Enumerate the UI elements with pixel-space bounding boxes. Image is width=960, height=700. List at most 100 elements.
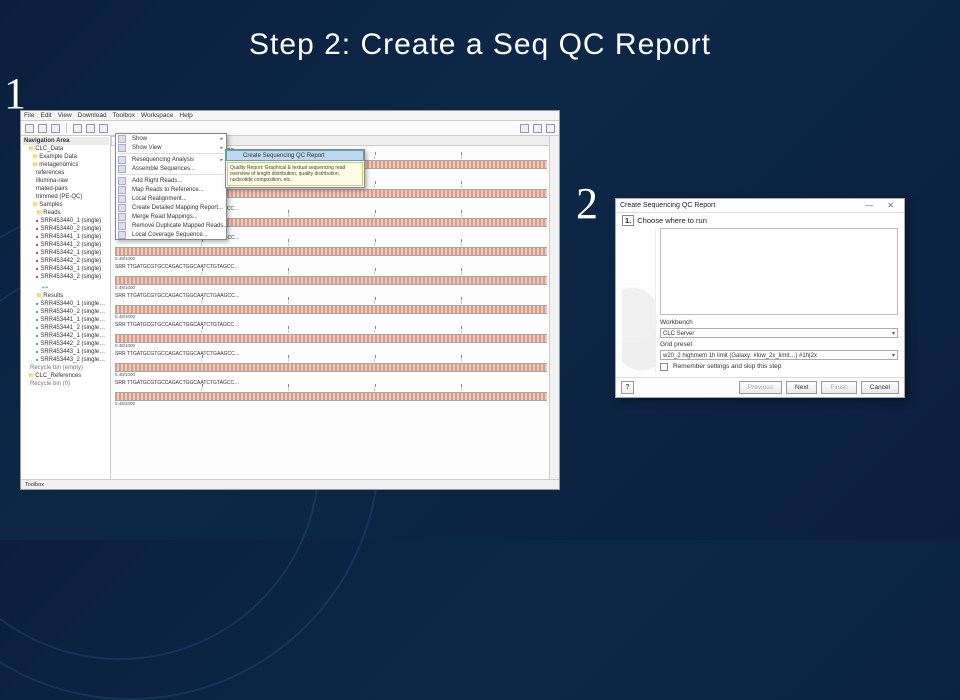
menu-view[interactable]: View xyxy=(58,112,72,119)
help-button[interactable]: ? xyxy=(621,381,634,394)
sequence-track[interactable] xyxy=(115,334,547,343)
tb-print-icon[interactable] xyxy=(73,124,82,133)
grid-preset-select[interactable]: w20_2 highmem 1h limit (Galaxy: #low_2x_… xyxy=(660,350,898,360)
sequence-row[interactable]: SRR TTGATGCGTGCCAGACTGGCAATCTGTAGCC…||||… xyxy=(115,380,547,406)
tool-icon xyxy=(118,195,126,203)
menu-workspace[interactable]: Workspace xyxy=(141,112,173,119)
tree-node[interactable]: CLC_Data xyxy=(22,145,109,153)
tree-read-item[interactable]: SRR453441_1 (single) xyxy=(22,233,109,241)
tree-node[interactable]: illumina-raw xyxy=(22,177,109,185)
cm-tooltip-text: Quality Report: Graphical & textual sequ… xyxy=(227,162,363,186)
sequence-track[interactable] xyxy=(115,276,547,285)
cm-local-cov[interactable]: Local Coverage Sequence... xyxy=(116,230,226,239)
view-icon xyxy=(118,144,126,152)
tree-result-item[interactable]: SRR453442_1 (single) reads xyxy=(22,332,109,340)
cancel-button[interactable]: Cancel xyxy=(861,381,899,394)
cm-dedup[interactable]: Remove Duplicate Mapped Reads... xyxy=(116,221,226,230)
context-menu[interactable]: Show Show View Resequencing Analysis Ass… xyxy=(115,133,227,240)
menu-file[interactable]: File xyxy=(24,112,34,119)
window-buttons[interactable]: — ✕ xyxy=(865,201,900,210)
tree-results-folder[interactable]: Results xyxy=(22,292,109,300)
cm-merge[interactable]: Merge Read Mappings... xyxy=(116,212,226,221)
qc-report-dialog: Create Sequencing QC Report — ✕ 1.Choose… xyxy=(615,198,905,398)
cm-mapping-report[interactable]: Create Detailed Mapping Report... xyxy=(116,203,226,212)
sequence-row[interactable]: SRR TTGATGCGTGCCAGACTGGCAATCTGTAGCC…||||… xyxy=(115,322,547,348)
tree-node[interactable]: trimmed (PE-QC) xyxy=(22,193,109,201)
tree-node[interactable]: Recycle bin (0) xyxy=(22,380,109,388)
cm-reseq[interactable]: Resequencing Analysis xyxy=(116,155,226,164)
tree-node[interactable]: Example Data xyxy=(22,153,109,161)
side-options-strip[interactable] xyxy=(549,136,559,479)
tb-save-icon[interactable] xyxy=(38,124,47,133)
tree-result-item[interactable]: SRR453441_1 (single) reads xyxy=(22,316,109,324)
sequence-track[interactable] xyxy=(115,363,547,372)
tree-read-item[interactable]: SRR453441_2 (single) xyxy=(22,241,109,249)
doc-icon xyxy=(118,135,126,143)
sequence-track[interactable] xyxy=(115,247,547,256)
cm-map-reads[interactable]: Map Reads to Reference... xyxy=(116,185,226,194)
tree-read-item[interactable]: SRR453442_1 (single) xyxy=(22,249,109,257)
cm-add-reads[interactable]: Add Right Reads... xyxy=(116,176,226,185)
context-submenu[interactable]: Create Sequencing QC Report Quality Repo… xyxy=(225,149,365,188)
sequence-row[interactable]: SRR TTGATGCGTGCCAGACTGGCAATCTGTAGCC…||||… xyxy=(115,264,547,290)
sequence-scale-label: 0.48/1000 xyxy=(115,372,547,377)
sequence-scale-label: 0.48/1000 xyxy=(115,256,547,261)
tool-icon xyxy=(118,213,126,221)
cm-assemble[interactable]: Assemble Sequences... xyxy=(116,164,226,173)
tree-node[interactable]: Recycle bin (empty) xyxy=(22,364,109,372)
tree-read-item[interactable]: SRR453443_2 (single) xyxy=(22,273,109,281)
menu-edit[interactable]: Edit xyxy=(40,112,51,119)
sequence-track[interactable] xyxy=(115,392,547,401)
tool-icon xyxy=(118,231,126,239)
tree-node[interactable]: mated-pairs xyxy=(22,185,109,193)
sequence-scale-label: 0.48/1000 xyxy=(115,285,547,290)
navigation-tree[interactable]: Navigation Area CLC_Data Example Data me… xyxy=(21,136,111,479)
tree-read-item[interactable]: SRR453440_2 (single) xyxy=(22,225,109,233)
selection-arrow-icon: ↔ xyxy=(22,281,109,292)
tree-node[interactable]: references xyxy=(22,169,109,177)
tree-samples-folder[interactable]: Samples xyxy=(22,201,109,209)
tool-icon xyxy=(118,156,126,164)
previous-button[interactable]: Previous xyxy=(739,381,782,394)
wizard-preview-area xyxy=(660,228,898,315)
cm-create-qc-report[interactable]: Create Sequencing QC Report xyxy=(226,150,364,161)
tb-layout-icon[interactable] xyxy=(546,124,555,133)
menu-help[interactable]: Help xyxy=(179,112,192,119)
cm-show-view[interactable]: Show View xyxy=(116,143,226,152)
wizard-step-label: 1.Choose where to run xyxy=(616,213,904,228)
tree-result-item[interactable]: SRR453443_1 (single) reads xyxy=(22,348,109,356)
app-main-window: File Edit View Download Toolbox Workspac… xyxy=(20,110,560,490)
sequence-track[interactable] xyxy=(115,305,547,314)
workbench-select[interactable]: CLC Server xyxy=(660,328,898,338)
cm-local-realign[interactable]: Local Realignment... xyxy=(116,194,226,203)
cm-show[interactable]: Show xyxy=(116,134,226,143)
tree-node[interactable]: CLC_References xyxy=(22,372,109,380)
sequence-row[interactable]: SRR TTGATGCGTGCCAGACTGGCAATCTGAAGCC…||||… xyxy=(115,293,547,319)
menu-toolbox[interactable]: Toolbox xyxy=(113,112,135,119)
tb-import-icon[interactable] xyxy=(51,124,60,133)
tb-copy-icon[interactable] xyxy=(99,124,108,133)
tb-zoom-icon[interactable] xyxy=(520,124,529,133)
tree-read-item[interactable]: SRR453442_2 (single) xyxy=(22,257,109,265)
tb-new-icon[interactable] xyxy=(25,124,34,133)
tb-cut-icon[interactable] xyxy=(86,124,95,133)
tree-result-item[interactable]: SRR453442_2 (single) reads xyxy=(22,340,109,348)
remember-checkbox[interactable] xyxy=(660,363,668,371)
tree-result-item[interactable]: SRR453441_2 (single) reads xyxy=(22,324,109,332)
sequence-scale-label: 0.48/1000 xyxy=(115,343,547,348)
finish-button[interactable]: Finish xyxy=(821,381,856,394)
tree-read-item[interactable]: SRR453440_1 (single) xyxy=(22,217,109,225)
next-button[interactable]: Next xyxy=(786,381,817,394)
toolbar xyxy=(21,121,559,136)
status-bar: Toolbox xyxy=(21,479,559,489)
tree-result-item[interactable]: SRR453440_1 (single) reads xyxy=(22,300,109,308)
tree-read-item[interactable]: SRR453443_1 (single) xyxy=(22,265,109,273)
tree-result-item[interactable]: SRR453440_2 (single) reads xyxy=(22,308,109,316)
sequence-row[interactable]: SRR TTGATGCGTGCCAGACTGGCAATCTGAAGCC…||||… xyxy=(115,351,547,377)
tree-result-item[interactable]: SRR453443_2 (single) reads xyxy=(22,356,109,364)
tb-fit-icon[interactable] xyxy=(533,124,542,133)
tree-node[interactable]: metagenomics xyxy=(22,161,109,169)
remember-label: Remember settings and skip this step xyxy=(673,363,781,370)
tree-reads-folder[interactable]: Reads xyxy=(22,209,109,217)
menu-download[interactable]: Download xyxy=(78,112,107,119)
